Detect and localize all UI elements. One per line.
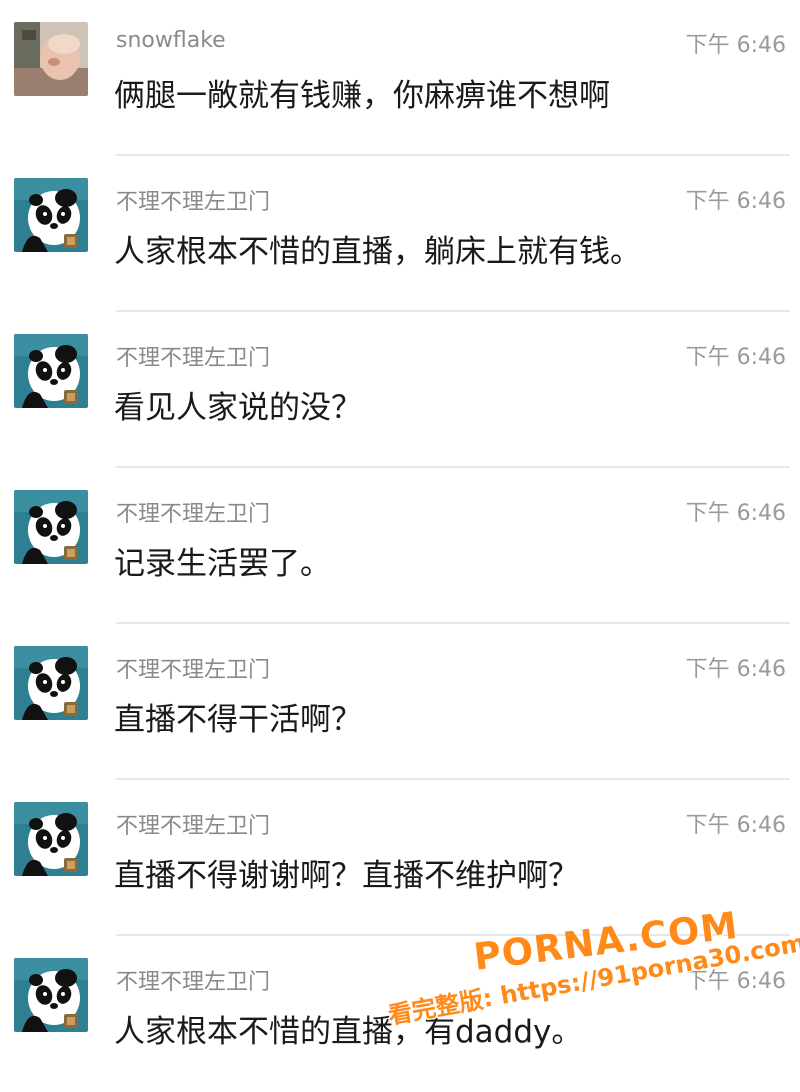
user-avatar[interactable]: [14, 802, 88, 876]
user-avatar[interactable]: [14, 22, 88, 96]
user-avatar[interactable]: [14, 958, 88, 1032]
user-avatar[interactable]: [14, 334, 88, 408]
timestamp: 下午 6:46: [685, 813, 786, 838]
user-avatar[interactable]: [14, 490, 88, 564]
message-item[interactable]: 不理不理左卫门 下午 6:46 直播不得干活啊？: [0, 624, 800, 780]
message-item[interactable]: 不理不理左卫门 下午 6:46 直播不得谢谢啊？直播不维护啊？: [0, 780, 800, 936]
message-text: 俩腿一敞就有钱赚，你麻痹谁不想啊: [114, 78, 610, 114]
panda-avatar-icon: [14, 958, 88, 1032]
message-text: 看见人家说的没？: [114, 390, 362, 426]
username[interactable]: 不理不理左卫门: [116, 340, 270, 372]
username[interactable]: 不理不理左卫门: [116, 808, 270, 840]
message-item[interactable]: 不理不理左卫门 下午 6:46 记录生活罢了。: [0, 468, 800, 624]
timestamp: 下午 6:46: [685, 189, 786, 214]
message-item[interactable]: 不理不理左卫门 下午 6:46 人家根本不惜的直播，有daddy。: [0, 936, 800, 1092]
message-text: 人家根本不惜的直播，有daddy。: [114, 1014, 583, 1050]
timestamp: 下午 6:46: [685, 657, 786, 682]
timestamp: 下午 6:46: [685, 33, 786, 58]
message-text: 直播不得谢谢啊？直播不维护啊？: [114, 858, 579, 894]
message-list: snowflake 下午 6:46 俩腿一敞就有钱赚，你麻痹谁不想啊 不理不理左…: [0, 0, 800, 1083]
username[interactable]: 不理不理左卫门: [116, 964, 270, 996]
message-item[interactable]: snowflake 下午 6:46 俩腿一敞就有钱赚，你麻痹谁不想啊: [0, 0, 800, 156]
panda-avatar-icon: [14, 334, 88, 408]
message-text: 人家根本不惜的直播，躺床上就有钱。: [114, 234, 641, 270]
message-text: 记录生活罢了。: [114, 546, 331, 582]
user-avatar[interactable]: [14, 646, 88, 720]
message-text: 直播不得干活啊？: [114, 702, 362, 738]
panda-avatar-icon: [14, 802, 88, 876]
message-item[interactable]: 不理不理左卫门 下午 6:46 看见人家说的没？: [0, 312, 800, 468]
panda-avatar-icon: [14, 490, 88, 564]
panda-avatar-icon: [14, 178, 88, 252]
username[interactable]: 不理不理左卫门: [116, 496, 270, 528]
timestamp: 下午 6:46: [685, 501, 786, 526]
timestamp: 下午 6:46: [685, 345, 786, 370]
photo-avatar-icon: [14, 22, 88, 96]
panda-avatar-icon: [14, 646, 88, 720]
user-avatar[interactable]: [14, 178, 88, 252]
username[interactable]: 不理不理左卫门: [116, 652, 270, 684]
username[interactable]: snowflake: [116, 28, 226, 53]
username[interactable]: 不理不理左卫门: [116, 184, 270, 216]
message-item[interactable]: 不理不理左卫门 下午 6:46 人家根本不惜的直播，躺床上就有钱。: [0, 156, 800, 312]
timestamp: 下午 6:46: [685, 969, 786, 994]
